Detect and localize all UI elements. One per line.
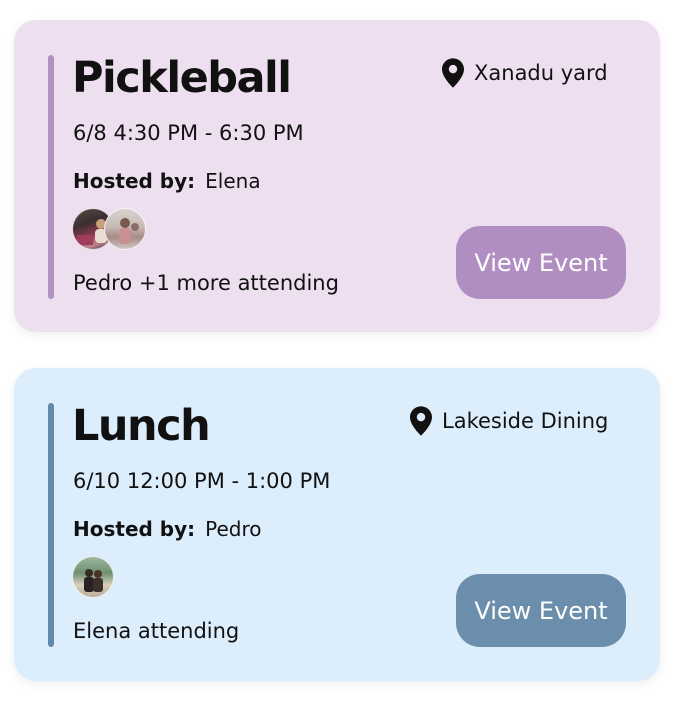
attendee-avatars [72, 208, 146, 250]
event-host: Hosted by: Pedro [73, 516, 262, 542]
host-label: Hosted by: [73, 517, 196, 541]
map-pin-icon [442, 58, 464, 88]
attendee-avatars [72, 556, 114, 598]
event-host: Hosted by: Elena [73, 168, 261, 194]
card-accent-bar [48, 403, 54, 647]
avatar [104, 208, 146, 250]
event-time: 6/10 12:00 PM - 1:00 PM [73, 469, 331, 493]
location-label: Lakeside Dining [442, 409, 609, 433]
event-title: Lunch [72, 401, 211, 451]
card-accent-bar [48, 55, 54, 299]
host-name: Elena [205, 169, 261, 193]
view-event-button[interactable]: View Event [456, 574, 626, 647]
event-card-lunch[interactable]: Lunch Lakeside Dining 6/10 12:00 PM - 1:… [14, 368, 660, 681]
view-event-button[interactable]: View Event [456, 226, 626, 299]
attending-summary: Pedro +1 more attending [73, 271, 339, 295]
host-label: Hosted by: [73, 169, 196, 193]
map-pin-icon [410, 406, 432, 436]
event-time: 6/8 4:30 PM - 6:30 PM [73, 121, 304, 145]
location-label: Xanadu yard [474, 61, 608, 85]
host-name: Pedro [205, 517, 262, 541]
event-location: Xanadu yard [442, 58, 608, 88]
event-card-pickleball[interactable]: Pickleball Xanadu yard 6/8 4:30 PM - 6:3… [14, 20, 660, 332]
avatar [72, 556, 114, 598]
attending-summary: Elena attending [73, 619, 240, 643]
event-title: Pickleball [72, 53, 292, 103]
event-location: Lakeside Dining [410, 406, 608, 436]
